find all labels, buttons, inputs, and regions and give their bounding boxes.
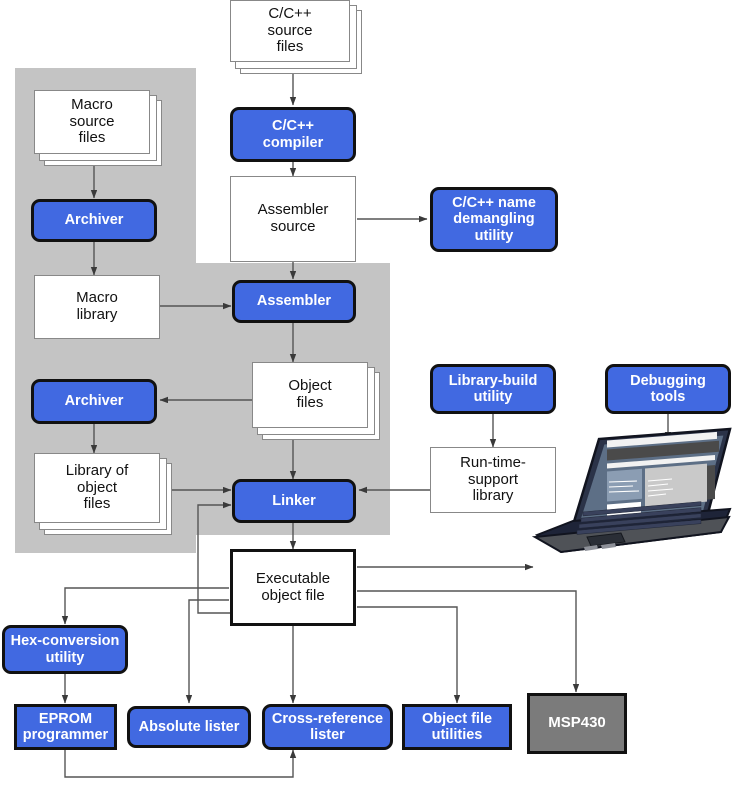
node-cpp-compiler[interactable]: C/C++ compiler [230,107,356,162]
node-label: C/C++ name demangling utility [452,195,536,244]
node-macro-library: Macro library [34,275,160,339]
node-label: Debugging tools [630,372,706,405]
node-label: Cross-reference lister [271,710,384,743]
node-label: Linker [272,492,316,509]
laptop-illustration [531,427,732,554]
node-label: Macro source files [69,95,115,147]
node-debugging-tools[interactable]: Debugging tools [605,364,731,414]
node-label: Assembler [256,293,332,310]
node-assembler-source: Assembler source [230,176,356,262]
node-name-demangling-utility[interactable]: C/C++ name demangling utility [430,187,558,252]
node-archiver-top[interactable]: Archiver [31,199,157,242]
node-executable-object-file: Executable object file [230,549,356,626]
node-linker[interactable]: Linker [232,479,356,523]
node-object-file-utilities[interactable]: Object file utilities [402,704,512,750]
node-eprom-programmer[interactable]: EPROM programmer [14,704,117,750]
node-archiver-bottom[interactable]: Archiver [31,379,157,424]
node-label: Object files [288,377,332,411]
node-label: MSP430 [548,714,606,732]
node-label: Library of object files [65,461,129,513]
node-label: Executable object file [255,569,331,604]
node-cross-reference-lister[interactable]: Cross-reference lister [262,704,393,750]
node-absolute-lister[interactable]: Absolute lister [127,706,251,748]
node-assembler[interactable]: Assembler [232,280,356,323]
node-label: Hex-conversion utility [10,633,120,666]
node-library-build-utility[interactable]: Library-build utility [430,364,556,414]
node-label: Library-build utility [448,372,538,405]
node-label: Object file utilities [421,710,493,743]
node-label: Archiver [64,212,124,229]
node-label: Absolute lister [138,718,240,735]
node-label: C/C++ source files [267,4,313,56]
node-label: Macro library [76,289,118,323]
node-object-files: Object files [252,362,368,428]
node-label: Archiver [64,393,124,410]
node-msp430-target: MSP430 [527,693,627,754]
node-macro-source-files: Macro source files [34,90,150,154]
node-c-source-files: C/C++ source files [230,0,350,62]
node-label: Assembler source [257,201,329,235]
node-label: Run-time- support library [460,453,526,505]
node-library-of-object-files: Library of object files [34,453,160,523]
node-label: C/C++ compiler [262,118,324,151]
node-hex-conversion-utility[interactable]: Hex-conversion utility [2,625,128,674]
code-generation-flow-diagram: C/C++ source files C/C++ compiler Assemb… [0,0,735,788]
node-label: EPROM programmer [22,710,109,743]
